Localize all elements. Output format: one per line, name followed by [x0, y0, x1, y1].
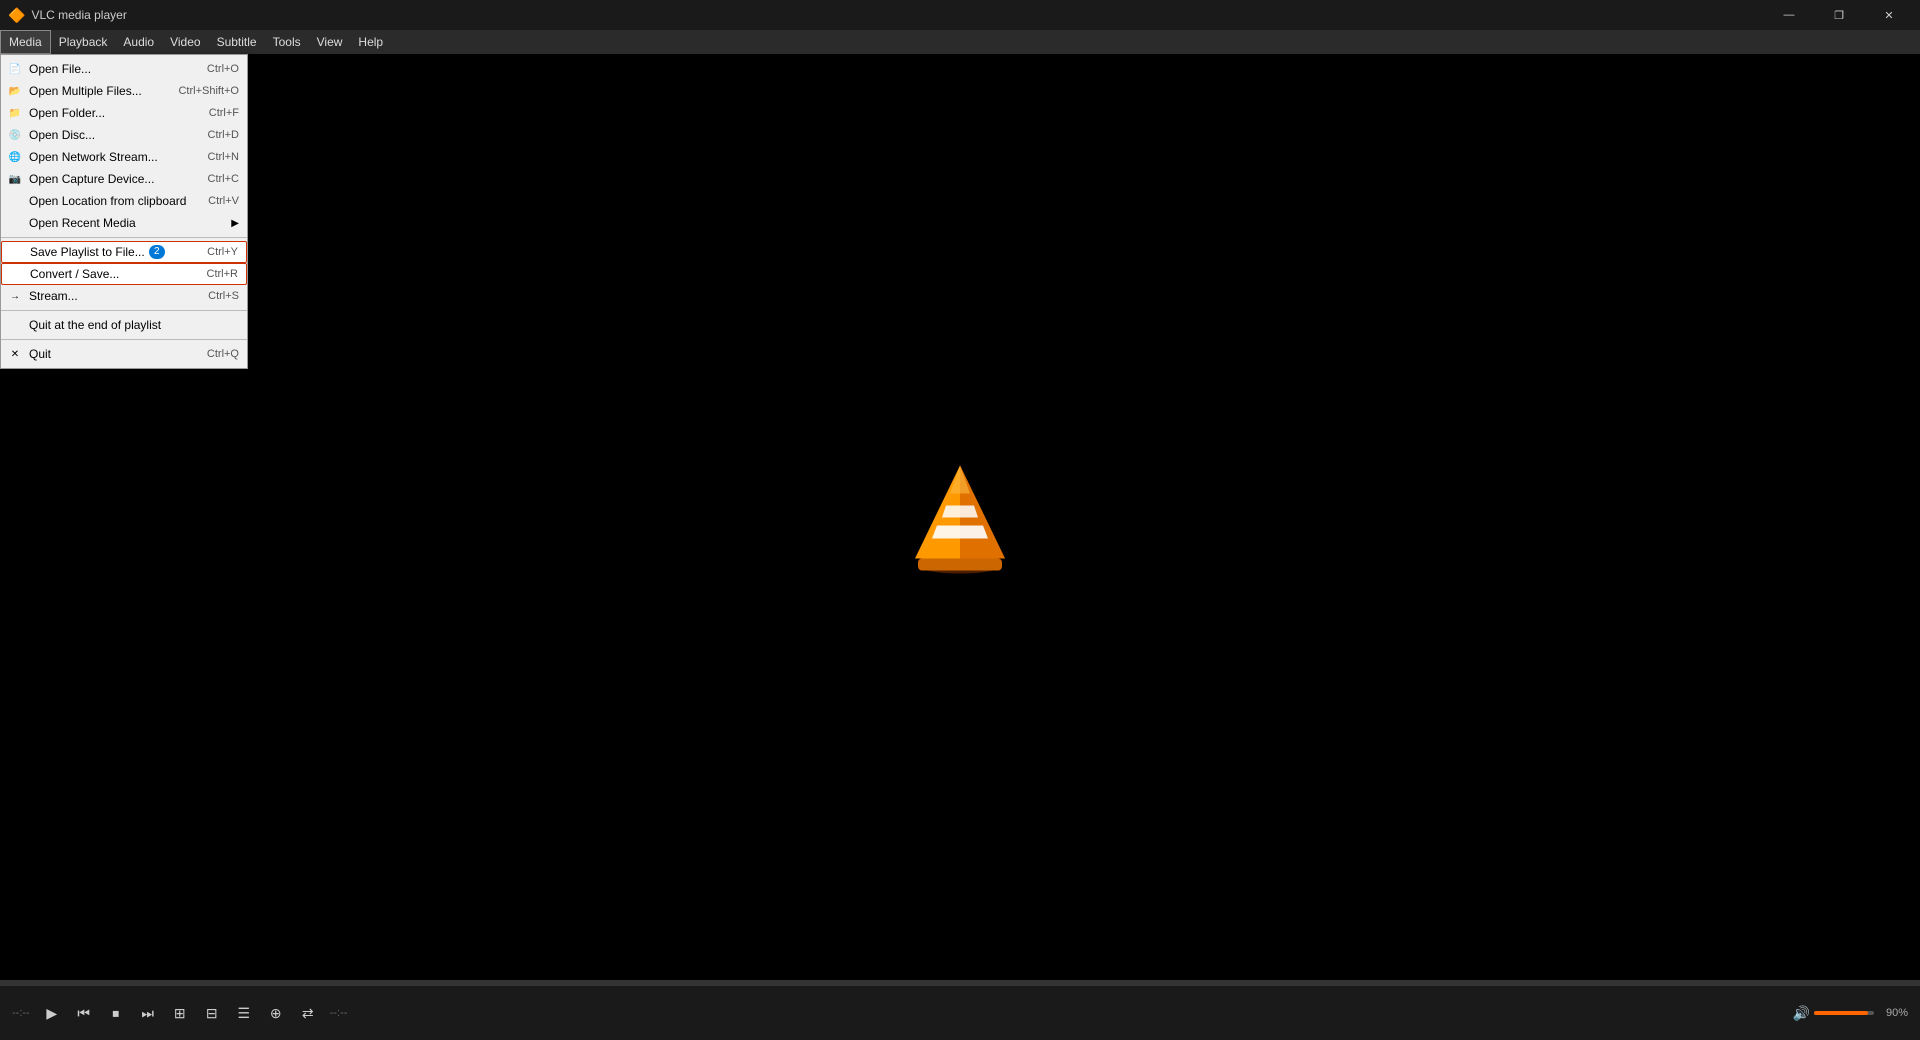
quit-label: Quit — [29, 347, 51, 361]
menu-open-multiple[interactable]: 📂 Open Multiple Files... Ctrl+Shift+O — [1, 80, 247, 102]
open-folder-label: Open Folder... — [29, 106, 105, 120]
open-recent-label: Open Recent Media — [29, 216, 136, 230]
open-network-shortcut: Ctrl+N — [208, 151, 239, 163]
stream-shortcut: Ctrl+S — [208, 290, 239, 302]
titlebar: 🔶 VLC media player — ❐ ✕ — [0, 0, 1920, 30]
open-disc-shortcut: Ctrl+D — [208, 129, 239, 141]
menu-quit[interactable]: ✕ Quit Ctrl+Q — [1, 343, 247, 365]
save-playlist-icon — [8, 244, 24, 260]
open-network-label: Open Network Stream... — [29, 150, 158, 164]
menu-item-help[interactable]: Help — [350, 30, 391, 54]
open-disc-label: Open Disc... — [29, 128, 95, 142]
menu-item-video[interactable]: Video — [162, 30, 208, 54]
open-capture-label: Open Capture Device... — [29, 172, 154, 186]
shuffle-button[interactable]: ⇄ — [294, 999, 322, 1027]
menu-open-file[interactable]: 📄 Open File... Ctrl+O — [1, 58, 247, 80]
menubar: Media Playback Audio Video Subtitle Tool… — [0, 30, 1920, 54]
stream-label: Stream... — [29, 289, 78, 303]
clipboard-icon — [7, 193, 23, 209]
convert-save-shortcut: Ctrl+R — [207, 268, 238, 280]
folder-icon: 📁 — [7, 105, 23, 121]
bottom-controls-bar: --:-- ▶ ⏮ ⏹ ⏭ ⊞ ⊟ ☰ ⊕ ⇄ --:-- 🔊 90% — [0, 980, 1920, 1040]
menu-item-subtitle[interactable]: Subtitle — [209, 30, 265, 54]
play-button[interactable]: ▶ — [38, 999, 66, 1027]
maximize-button[interactable]: ❐ — [1816, 0, 1862, 30]
menu-quit-end[interactable]: Quit at the end of playlist — [1, 314, 247, 336]
menu-open-recent[interactable]: Open Recent Media ▶ — [1, 212, 247, 234]
toggle-button[interactable]: ⊟ — [198, 999, 226, 1027]
close-button[interactable]: ✕ — [1866, 0, 1912, 30]
menu-open-location[interactable]: Open Location from clipboard Ctrl+V — [1, 190, 247, 212]
disc-icon: 💿 — [7, 127, 23, 143]
menu-open-folder[interactable]: 📁 Open Folder... Ctrl+F — [1, 102, 247, 124]
open-capture-shortcut: Ctrl+C — [208, 173, 239, 185]
open-multiple-label: Open Multiple Files... — [29, 84, 142, 98]
convert-save-icon — [8, 266, 24, 282]
open-folder-shortcut: Ctrl+F — [209, 107, 239, 119]
titlebar-controls: — ❐ ✕ — [1766, 0, 1912, 30]
vlc-logo — [910, 464, 1010, 577]
ext-button[interactable]: ⊕ — [262, 999, 290, 1027]
save-playlist-label: Save Playlist to File... — [30, 245, 145, 259]
convert-save-label: Convert / Save... — [30, 267, 119, 281]
playback-controls: --:-- ▶ ⏮ ⏹ ⏭ ⊞ ⊟ ☰ ⊕ ⇄ --:-- 🔊 90% — [0, 986, 1920, 1040]
menu-save-playlist[interactable]: Save Playlist to File... 2 Ctrl+Y — [1, 241, 247, 263]
save-playlist-shortcut: Ctrl+Y — [207, 246, 238, 258]
open-multiple-shortcut: Ctrl+Shift+O — [178, 85, 239, 97]
multiple-files-icon: 📂 — [7, 83, 23, 99]
vlc-icon: 🔶 — [8, 7, 25, 24]
media-dropdown: 📄 Open File... Ctrl+O 📂 Open Multiple Fi… — [0, 54, 248, 369]
playlist-button[interactable]: ☰ — [230, 999, 258, 1027]
quit-shortcut: Ctrl+Q — [207, 348, 239, 360]
menu-stream[interactable]: → Stream... Ctrl+S — [1, 285, 247, 307]
stop-button[interactable]: ⏹ — [102, 999, 130, 1027]
time-remaining: --:-- — [330, 1007, 348, 1019]
menu-item-view[interactable]: View — [309, 30, 351, 54]
stream-icon: → — [7, 288, 23, 304]
open-file-shortcut: Ctrl+O — [207, 63, 239, 75]
titlebar-title: VLC media player — [31, 8, 126, 22]
quit-end-label: Quit at the end of playlist — [29, 318, 161, 332]
menu-open-network[interactable]: 🌐 Open Network Stream... Ctrl+N — [1, 146, 247, 168]
submenu-arrow-icon: ▶ — [231, 218, 239, 229]
open-file-label: Open File... — [29, 62, 91, 76]
time-elapsed: --:-- — [12, 1007, 30, 1019]
menu-item-media[interactable]: Media — [0, 30, 51, 54]
menu-convert-save[interactable]: Convert / Save... Ctrl+R — [1, 263, 247, 285]
menu-item-playback[interactable]: Playback — [51, 30, 116, 54]
recent-icon — [7, 215, 23, 231]
menu-open-capture[interactable]: 📷 Open Capture Device... Ctrl+C — [1, 168, 247, 190]
prev-button[interactable]: ⏮ — [70, 999, 98, 1027]
separator-3 — [1, 339, 247, 340]
separator-1 — [1, 237, 247, 238]
menu-open-disc[interactable]: 💿 Open Disc... Ctrl+D — [1, 124, 247, 146]
volume-label: 90% — [1878, 1007, 1908, 1019]
progress-bar[interactable] — [0, 980, 1920, 986]
menu-item-tools[interactable]: Tools — [265, 30, 309, 54]
volume-fill — [1814, 1011, 1868, 1015]
quit-end-icon — [7, 317, 23, 333]
network-icon: 🌐 — [7, 149, 23, 165]
file-icon: 📄 — [7, 61, 23, 77]
volume-slider[interactable] — [1814, 1011, 1874, 1015]
menu-item-audio[interactable]: Audio — [115, 30, 162, 54]
capture-icon: 📷 — [7, 171, 23, 187]
volume-area: 🔊 90% — [1793, 1005, 1908, 1022]
separator-2 — [1, 310, 247, 311]
next-button[interactable]: ⏭ — [134, 999, 162, 1027]
frame-button[interactable]: ⊞ — [166, 999, 194, 1027]
save-playlist-badge: 2 — [149, 245, 165, 259]
open-location-label: Open Location from clipboard — [29, 194, 186, 208]
minimize-button[interactable]: — — [1766, 0, 1812, 30]
volume-icon: 🔊 — [1793, 1005, 1810, 1022]
open-location-shortcut: Ctrl+V — [208, 195, 239, 207]
quit-icon: ✕ — [7, 346, 23, 362]
